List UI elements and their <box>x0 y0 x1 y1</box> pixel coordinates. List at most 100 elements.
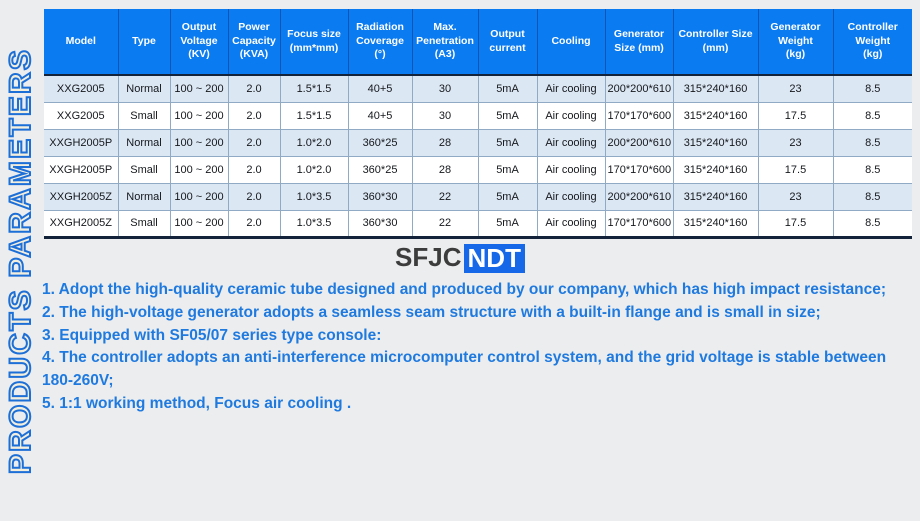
table-cell-max-penetration: 22 <box>412 210 479 239</box>
table-column-header-line: Size (mm) <box>614 41 664 54</box>
table-cell-generator-size: 200*200*610 <box>605 75 674 103</box>
table-cell-generator-weight: 17.5 <box>758 102 834 130</box>
table-cell-output-current: 5mA <box>478 75 538 103</box>
table-column-header: Radiation Coverage (°) <box>348 9 413 76</box>
table-cell-radiation-coverage: 360*25 <box>348 156 413 184</box>
table-column-header-line: Output <box>490 28 525 41</box>
table-column-header: Cooling <box>537 9 606 76</box>
table-cell-generator-weight: 23 <box>758 183 834 211</box>
table-column-header-line: (KV) <box>188 48 210 61</box>
feature-notes-list: 1. Adopt the high-quality ceramic tube d… <box>42 279 904 416</box>
table-cell-controller-size: 315*240*160 <box>673 129 759 157</box>
table-cell-generator-size: 170*170*600 <box>605 210 674 239</box>
table-cell-max-penetration: 30 <box>412 75 479 103</box>
table-column-header-line: Generator <box>770 21 821 34</box>
table-cell-radiation-coverage: 360*30 <box>348 210 413 239</box>
table-column-header: Max. Penetration (A3) <box>412 9 479 76</box>
table-column-header: Generator Weight (kg) <box>758 9 834 76</box>
table-cell-power-capacity: 2.0 <box>228 183 281 211</box>
table-column-header-line: Type <box>132 34 156 47</box>
table-cell-max-penetration: 22 <box>412 183 479 211</box>
table-column-header-line: Radiation <box>356 21 404 34</box>
table-cell-power-capacity: 2.0 <box>228 102 281 130</box>
table-cell-controller-size: 315*240*160 <box>673 210 759 239</box>
table-cell-output-current: 5mA <box>478 156 538 184</box>
table-column-header-line: Cooling <box>551 34 591 47</box>
table-cell-output-voltage: 100 ~ 200 <box>170 210 229 239</box>
brand-wordmark: SFJC NDT <box>395 244 525 273</box>
table-cell-model: XXGH2005Z <box>44 210 119 239</box>
brand-name-badge: NDT <box>463 244 525 273</box>
table-cell-generator-size: 170*170*600 <box>605 156 674 184</box>
table-cell-max-penetration: 30 <box>412 102 479 130</box>
table-cell-model: XXGH2005P <box>44 156 119 184</box>
table-column-header: Controller Weight (kg) <box>833 9 912 76</box>
table-column-header-line: Focus size <box>287 28 341 41</box>
feature-note: 4. The controller adopts an anti-interfe… <box>42 349 887 390</box>
table-cell-power-capacity: 2.0 <box>228 129 281 157</box>
table-column-header-line: Output <box>181 21 217 34</box>
table-row: XXGH2005P Small 100 ~ 200 2.0 1.0*2.0 360*25 2… <box>44 156 912 184</box>
table-column-header-line: Capacity <box>232 34 276 47</box>
table-cell-generator-size: 200*200*610 <box>605 183 674 211</box>
table-column-header-line: Coverage <box>356 34 404 47</box>
table-cell-output-voltage: 100 ~ 200 <box>170 129 229 157</box>
table-column-header-line: Max. <box>433 21 457 34</box>
table-cell-power-capacity: 2.0 <box>228 156 281 184</box>
table-column-header: Focus size (mm*mm) <box>280 9 349 76</box>
table-cell-controller-weight: 8.5 <box>833 102 912 130</box>
table-row: XXGH2005P Normal 100 ~ 200 2.0 1.0*2.0 360*25… <box>44 129 912 157</box>
table-cell-type: Small <box>118 156 171 184</box>
table-column-header-line: Voltage <box>180 34 218 47</box>
table-cell-cooling: Air cooling <box>537 183 606 211</box>
table-column-header: Output current <box>478 9 538 76</box>
table-cell-focus-size: 1.0*3.5 <box>280 210 349 239</box>
table-column-header-line: Penetration <box>416 34 474 47</box>
table-cell-radiation-coverage: 360*25 <box>348 129 413 157</box>
brand-name-primary: SFJC <box>395 242 462 272</box>
table-cell-type: Normal <box>118 75 171 103</box>
table-cell-controller-size: 315*240*160 <box>673 75 759 103</box>
table-cell-cooling: Air cooling <box>537 156 606 184</box>
table-cell-output-voltage: 100 ~ 200 <box>170 102 229 130</box>
table-cell-radiation-coverage: 40+5 <box>348 102 413 130</box>
table-cell-generator-weight: 23 <box>758 129 834 157</box>
table-cell-model: XXG2005 <box>44 75 119 103</box>
table-cell-cooling: Air cooling <box>537 102 606 130</box>
table-cell-model: XXGH2005Z <box>44 183 119 211</box>
table-cell-output-voltage: 100 ~ 200 <box>170 75 229 103</box>
brand-logo: SFJC NDT <box>0 244 920 278</box>
table-column-header: Power Capacity (KVA) <box>228 9 281 76</box>
table-cell-controller-weight: 8.5 <box>833 129 912 157</box>
products-parameters-table: Model Type Output Voltage (KV) Power Capacity(… <box>44 9 912 239</box>
table-column-header-line: (kg) <box>785 48 806 61</box>
table-cell-focus-size: 1.5*1.5 <box>280 102 349 130</box>
table-cell-generator-size: 170*170*600 <box>605 102 674 130</box>
table-column-header-line: Weight <box>778 34 813 47</box>
table-cell-focus-size: 1.5*1.5 <box>280 75 349 103</box>
table-column-header-line: (mm) <box>702 41 729 54</box>
table-column-header-line: (kg) <box>863 48 883 61</box>
table-column-header-line: (A3) <box>434 48 456 61</box>
table-cell-power-capacity: 2.0 <box>228 75 281 103</box>
table-cell-power-capacity: 2.0 <box>228 210 281 239</box>
table-cell-radiation-coverage: 360*30 <box>348 183 413 211</box>
table-cell-generator-size: 200*200*610 <box>605 129 674 157</box>
table-cell-type: Small <box>118 102 171 130</box>
table-cell-model: XXG2005 <box>44 102 119 130</box>
table-column-header-line: Controller <box>847 21 898 34</box>
table-body: XXG2005 Normal 100 ~ 200 2.0 1.5*1.5 40+5 30 5m… <box>44 75 912 239</box>
table-cell-output-voltage: 100 ~ 200 <box>170 183 229 211</box>
table-header-row: Model Type Output Voltage (KV) Power Capacity(… <box>44 9 912 76</box>
table-cell-generator-weight: 17.5 <box>758 156 834 184</box>
table-cell-generator-weight: 17.5 <box>758 210 834 239</box>
table-column-header-line: Controller Size <box>678 28 753 41</box>
table-cell-cooling: Air cooling <box>537 75 606 103</box>
table-column-header-line: Generator <box>613 28 665 41</box>
table-column-header: Controller Size (mm) <box>673 9 759 76</box>
table-cell-type: Normal <box>118 129 171 157</box>
table-cell-type: Normal <box>118 183 171 211</box>
table-column-header-line: Model <box>65 34 96 47</box>
table-cell-output-current: 5mA <box>478 129 538 157</box>
table-cell-output-voltage: 100 ~ 200 <box>170 156 229 184</box>
